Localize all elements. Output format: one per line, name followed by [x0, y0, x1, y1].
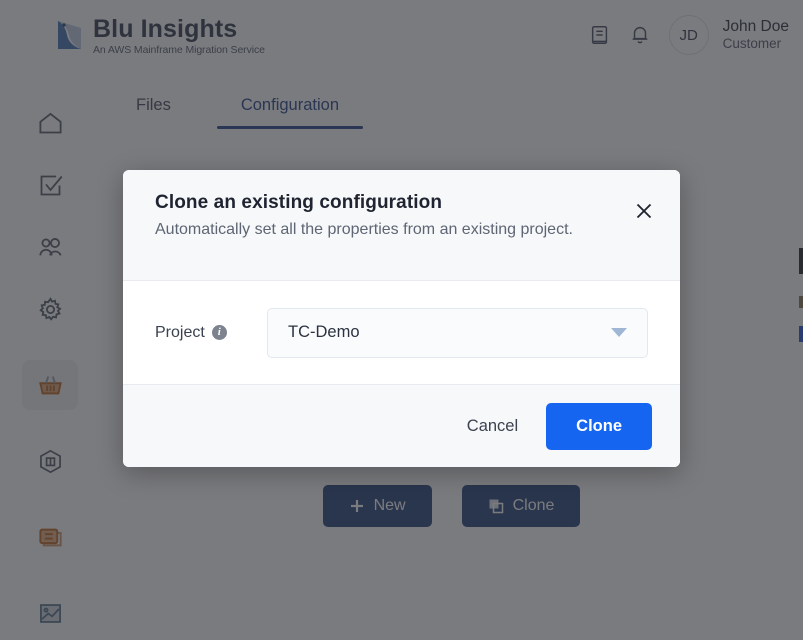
- modal-title: Clone an existing configuration: [155, 192, 443, 213]
- confirm-clone-button[interactable]: Clone: [546, 402, 652, 450]
- project-label-text: Project: [155, 323, 205, 341]
- modal-footer: Cancel Clone: [123, 385, 680, 467]
- project-select[interactable]: TC-Demo: [267, 307, 648, 358]
- modal-header: Clone an existing configuration Automati…: [123, 170, 680, 281]
- chevron-down-icon: [611, 328, 627, 337]
- modal-close-button[interactable]: [634, 201, 654, 221]
- info-icon[interactable]: i: [211, 325, 227, 340]
- cancel-button[interactable]: Cancel: [449, 405, 536, 448]
- modal-body: Project i TC-Demo: [123, 281, 680, 385]
- modal-subtitle: Automatically set all the properties fro…: [155, 221, 573, 238]
- clone-configuration-modal: Clone an existing configuration Automati…: [123, 170, 680, 467]
- app-root: Blu Insights An AWS Mainframe Migration …: [0, 0, 803, 640]
- project-field-label: Project i: [155, 324, 267, 342]
- close-icon: [636, 203, 652, 219]
- project-select-value: TC-Demo: [288, 323, 360, 341]
